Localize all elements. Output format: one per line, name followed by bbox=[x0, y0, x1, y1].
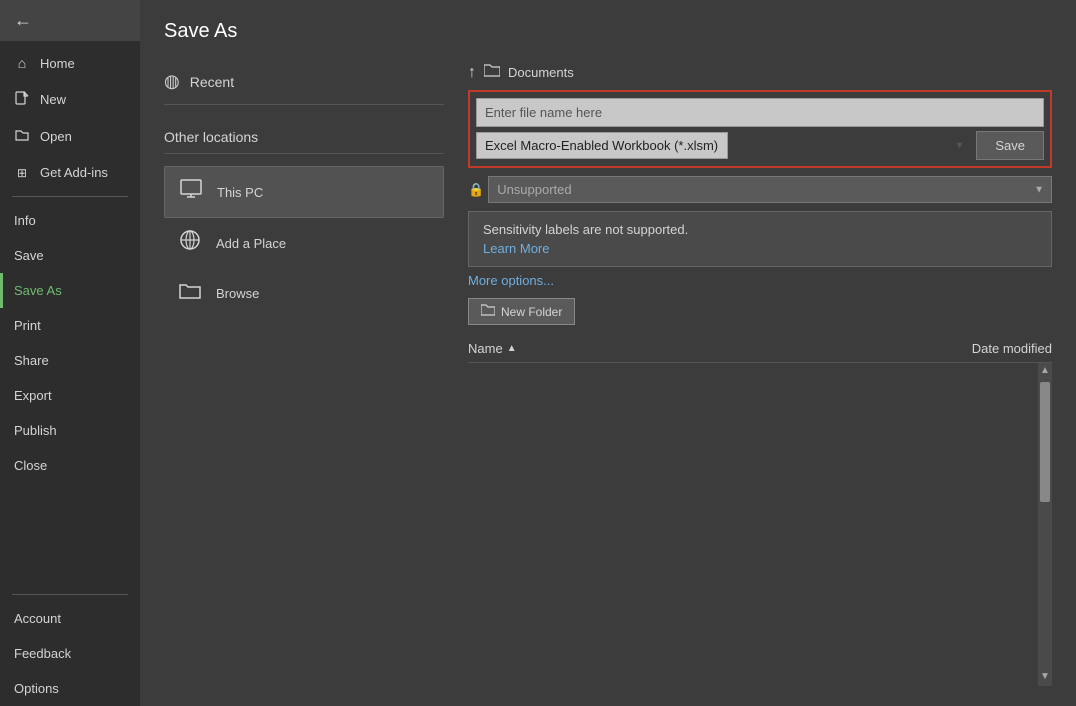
sidebar-label-options: Options bbox=[14, 681, 59, 696]
sensitivity-icon: 🔒 bbox=[468, 182, 484, 198]
scrollbar-arrow-down[interactable]: ▼ bbox=[1038, 669, 1052, 684]
back-button[interactable]: ← bbox=[0, 0, 140, 41]
add-place-icon bbox=[176, 228, 204, 258]
col-name-header[interactable]: Name ▲ bbox=[468, 341, 517, 356]
sensitivity-row: 🔒 Unsupported ▼ bbox=[468, 176, 1052, 203]
sidebar-item-info[interactable]: Info bbox=[0, 203, 140, 238]
sidebar-label-publish: Publish bbox=[14, 423, 57, 438]
sensitivity-select-wrapper: Unsupported ▼ bbox=[488, 176, 1052, 203]
sidebar-item-share[interactable]: Share bbox=[0, 343, 140, 378]
sidebar-item-publish[interactable]: Publish bbox=[0, 413, 140, 448]
scrollbar-thumb[interactable] bbox=[1040, 382, 1050, 502]
new-folder-icon bbox=[481, 304, 495, 319]
sidebar-label-close: Close bbox=[14, 458, 47, 473]
file-list-header: Name ▲ Date modified bbox=[468, 335, 1052, 363]
sidebar-item-close[interactable]: Close bbox=[0, 448, 140, 483]
sidebar-item-print[interactable]: Print bbox=[0, 308, 140, 343]
new-folder-label: New Folder bbox=[501, 305, 562, 319]
sidebar-item-export[interactable]: Export bbox=[0, 378, 140, 413]
sidebar-label-save-as: Save As bbox=[14, 283, 62, 298]
location-item-this-pc[interactable]: This PC bbox=[164, 166, 444, 218]
browse-label: Browse bbox=[216, 286, 259, 301]
scrollbar-arrow-up[interactable]: ▲ bbox=[1038, 363, 1052, 378]
right-panel: ↑ Documents Excel Macro-Enabled Workbook… bbox=[468, 63, 1052, 686]
sidebar-item-account[interactable]: Account bbox=[0, 601, 140, 636]
col-date-header: Date modified bbox=[972, 341, 1052, 356]
format-select-row: Excel Macro-Enabled Workbook (*.xlsm) Ex… bbox=[476, 131, 1044, 160]
format-select-arrow: ▼ bbox=[954, 140, 964, 151]
path-text: Documents bbox=[508, 65, 574, 80]
main-content: Save As ◍ Recent Other locations bbox=[140, 0, 1076, 706]
home-icon: ⌂ bbox=[14, 55, 30, 71]
browse-icon bbox=[176, 278, 204, 308]
format-select[interactable]: Excel Macro-Enabled Workbook (*.xlsm) Ex… bbox=[476, 132, 728, 159]
col-name-label: Name bbox=[468, 341, 503, 356]
sidebar-item-get-addins[interactable]: ⊞ Get Add-ins bbox=[0, 155, 140, 190]
sidebar-label-feedback: Feedback bbox=[14, 646, 71, 661]
sidebar-label-new: New bbox=[40, 92, 66, 107]
sidebar-label-account: Account bbox=[14, 611, 61, 626]
file-list-content: ▲ ▼ bbox=[468, 363, 1052, 686]
this-pc-icon bbox=[177, 177, 205, 207]
content-area: ◍ Recent Other locations T bbox=[164, 63, 1052, 686]
new-icon bbox=[14, 91, 30, 108]
other-locations-title: Other locations bbox=[164, 129, 444, 145]
sensitivity-select[interactable]: Unsupported bbox=[488, 176, 1052, 203]
sidebar-item-open[interactable]: Open bbox=[0, 118, 140, 155]
page-title: Save As bbox=[164, 20, 1052, 43]
sidebar-label-home: Home bbox=[40, 56, 75, 71]
location-item-add-place[interactable]: Add a Place bbox=[164, 218, 444, 268]
sidebar-label-save: Save bbox=[14, 248, 44, 263]
scrollbar[interactable]: ▲ ▼ bbox=[1038, 363, 1052, 686]
recent-divider bbox=[164, 104, 444, 105]
sidebar-label-export: Export bbox=[14, 388, 52, 403]
sidebar-label-info: Info bbox=[14, 213, 36, 228]
sidebar-label-share: Share bbox=[14, 353, 49, 368]
sidebar: ← ⌂ Home New Open ⊞ Get Add-ins Info Sav… bbox=[0, 0, 140, 706]
sidebar-item-options[interactable]: Options bbox=[0, 671, 140, 706]
open-icon bbox=[14, 128, 30, 145]
sidebar-bottom-divider bbox=[12, 594, 128, 595]
sidebar-bottom: Account Feedback Options bbox=[0, 588, 140, 706]
location-item-browse[interactable]: Browse bbox=[164, 268, 444, 318]
sort-arrow-icon: ▲ bbox=[507, 343, 517, 354]
recent-icon: ◍ bbox=[164, 71, 180, 92]
save-button[interactable]: Save bbox=[976, 131, 1044, 160]
locations-divider bbox=[164, 153, 444, 154]
sidebar-label-addins: Get Add-ins bbox=[40, 165, 108, 180]
folder-icon bbox=[484, 63, 500, 82]
sidebar-item-save-as[interactable]: Save As bbox=[0, 273, 140, 308]
this-pc-label: This PC bbox=[217, 185, 263, 200]
file-controls-box: Excel Macro-Enabled Workbook (*.xlsm) Ex… bbox=[468, 90, 1052, 168]
sidebar-divider bbox=[12, 196, 128, 197]
recent-header: ◍ Recent bbox=[164, 63, 444, 100]
add-place-label: Add a Place bbox=[216, 236, 286, 251]
warning-text: Sensitivity labels are not supported. bbox=[483, 222, 1037, 237]
more-options-link[interactable]: More options... bbox=[468, 273, 1052, 288]
warning-box: Sensitivity labels are not supported. Le… bbox=[468, 211, 1052, 267]
file-name-input[interactable] bbox=[476, 98, 1044, 127]
path-row: ↑ Documents bbox=[468, 63, 1052, 82]
sidebar-label-print: Print bbox=[14, 318, 41, 333]
back-arrow-icon: ← bbox=[14, 10, 32, 31]
recent-section: ◍ Recent bbox=[164, 63, 444, 105]
format-select-wrapper: Excel Macro-Enabled Workbook (*.xlsm) Ex… bbox=[476, 132, 972, 159]
sidebar-label-open: Open bbox=[40, 129, 72, 144]
upload-icon: ↑ bbox=[468, 64, 476, 82]
learn-more-link[interactable]: Learn More bbox=[483, 241, 549, 256]
recent-label: Recent bbox=[190, 74, 234, 90]
sidebar-item-new[interactable]: New bbox=[0, 81, 140, 118]
sidebar-item-save[interactable]: Save bbox=[0, 238, 140, 273]
other-locations-section: Other locations This PC bbox=[164, 129, 444, 318]
new-folder-button[interactable]: New Folder bbox=[468, 298, 575, 325]
left-panel: ◍ Recent Other locations T bbox=[164, 63, 444, 686]
sidebar-item-feedback[interactable]: Feedback bbox=[0, 636, 140, 671]
addins-icon: ⊞ bbox=[14, 166, 30, 180]
sidebar-item-home[interactable]: ⌂ Home bbox=[0, 45, 140, 81]
